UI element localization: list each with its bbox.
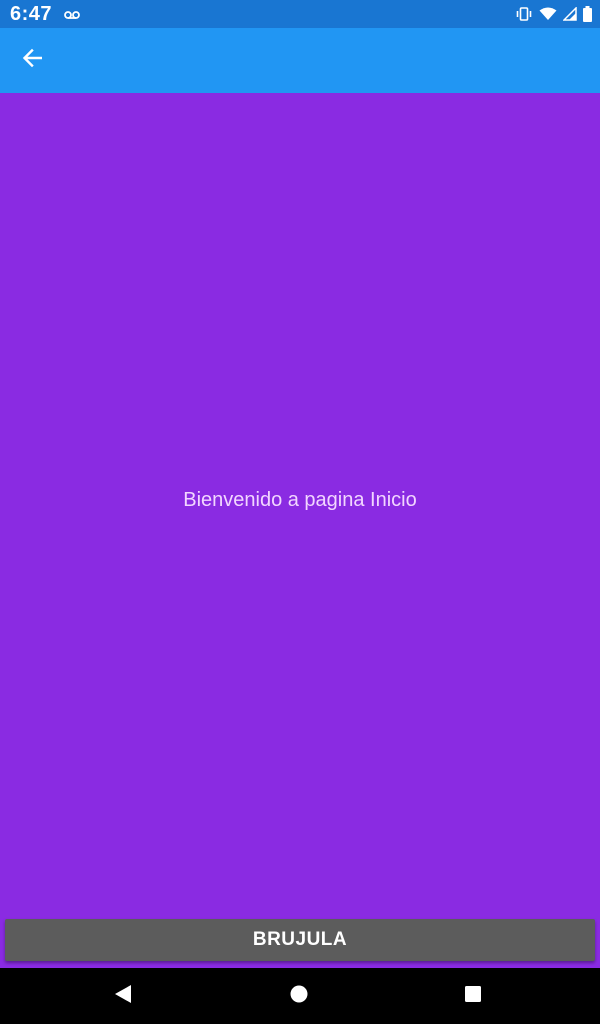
nav-home-icon <box>290 985 308 1008</box>
nav-back-icon <box>114 984 132 1009</box>
arrow-back-icon <box>22 48 43 73</box>
cell-signal-icon <box>563 7 577 21</box>
status-time: 6:47 <box>10 3 53 25</box>
main-content: Bienvenido a pagina Inicio <box>0 93 600 908</box>
status-icons <box>515 4 592 24</box>
wifi-icon <box>539 7 557 21</box>
battery-icon <box>583 6 592 22</box>
voicemail-icon <box>64 7 80 19</box>
vibrate-icon <box>515 7 533 21</box>
welcome-text: Bienvenido a pagina Inicio <box>183 489 417 511</box>
brujula-button[interactable]: BRUJULA <box>5 919 595 961</box>
status-bar: 6:47 <box>0 0 600 28</box>
nav-home-button[interactable] <box>279 976 319 1016</box>
nav-recents-button[interactable] <box>453 976 493 1016</box>
system-nav-bar <box>0 968 600 1024</box>
screen: 6:47 Bienvenido a pagina Inicio BRUJULA <box>0 0 600 1024</box>
nav-back-button[interactable] <box>103 976 143 1016</box>
back-button[interactable] <box>10 38 54 82</box>
nav-recents-icon <box>464 985 482 1008</box>
app-bar <box>0 28 600 93</box>
